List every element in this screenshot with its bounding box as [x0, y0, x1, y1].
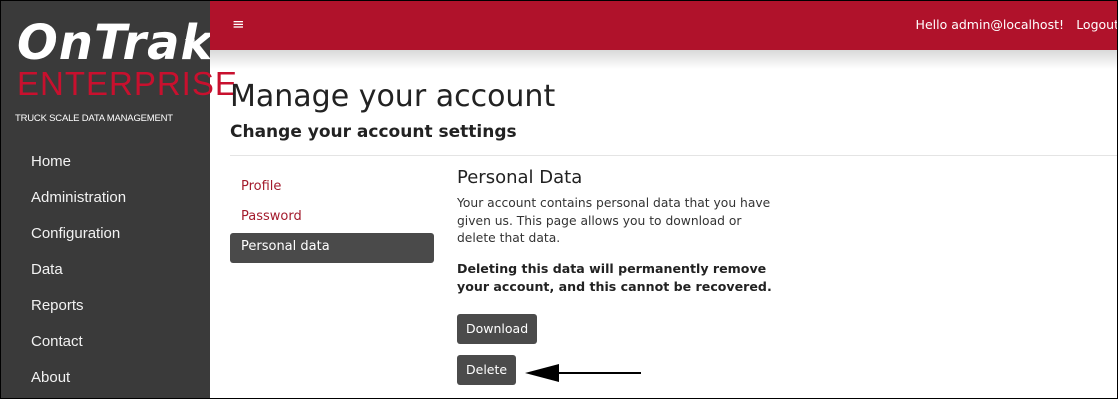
- delete-button[interactable]: Delete: [457, 355, 517, 385]
- ontrak-logo[interactable]: OnTrak TM ENTERPRISE TRUCK SCALE DATA MA…: [15, 17, 237, 127]
- hamburger-icon[interactable]: ≡: [232, 15, 245, 33]
- sidebar-item-administration[interactable]: Administration: [1, 180, 210, 216]
- page-subtitle: Change your account settings: [230, 122, 517, 142]
- sidebar-item-configuration[interactable]: Configuration: [1, 216, 210, 252]
- sidebar: OnTrak TM ENTERPRISE TRUCK SCALE DATA MA…: [1, 1, 237, 398]
- sidebar-item-reports[interactable]: Reports: [1, 288, 210, 324]
- download-button[interactable]: Download: [457, 314, 538, 344]
- logo-enterprise: ENTERPRISE: [17, 65, 238, 102]
- sidebar-item-about[interactable]: About: [1, 360, 210, 396]
- top-bar: ≡ Hello admin@localhost! Logout: [210, 1, 1117, 50]
- sidebar-item-contact[interactable]: Contact: [1, 324, 210, 360]
- account-subnav: Profile Password Personal data: [230, 173, 434, 263]
- logo-tagline: TRUCK SCALE DATA MANAGEMENT: [15, 113, 173, 124]
- divider: [230, 155, 1117, 156]
- app-window: OnTrak TM ENTERPRISE TRUCK SCALE DATA MA…: [0, 0, 1118, 399]
- sidebar-item-data[interactable]: Data: [1, 252, 210, 288]
- panel-warning: Deleting this data will permanently remo…: [457, 260, 772, 294]
- sidebar-item-home[interactable]: Home: [1, 144, 210, 180]
- arrow-annotation-icon: [525, 364, 641, 382]
- logout-link[interactable]: Logout: [1076, 17, 1117, 32]
- panel-heading: Personal Data: [457, 167, 583, 188]
- sidebar-nav: Home Administration Configuration Data R…: [1, 144, 210, 396]
- logo-trademark: TM: [185, 39, 196, 46]
- logo-wordmark: OnTrak: [17, 15, 214, 71]
- subnav-item-password[interactable]: Password: [230, 203, 434, 233]
- subnav-item-profile[interactable]: Profile: [230, 173, 434, 203]
- top-bar-shadow: [210, 50, 1117, 69]
- subnav-item-personal-data[interactable]: Personal data: [230, 233, 434, 263]
- greeting-link[interactable]: Hello admin@localhost!: [916, 17, 1064, 32]
- personal-data-panel: Personal Data Your account contains pers…: [457, 167, 787, 296]
- page-title: Manage your account: [230, 79, 556, 114]
- panel-description: Your account contains personal data that…: [457, 196, 771, 245]
